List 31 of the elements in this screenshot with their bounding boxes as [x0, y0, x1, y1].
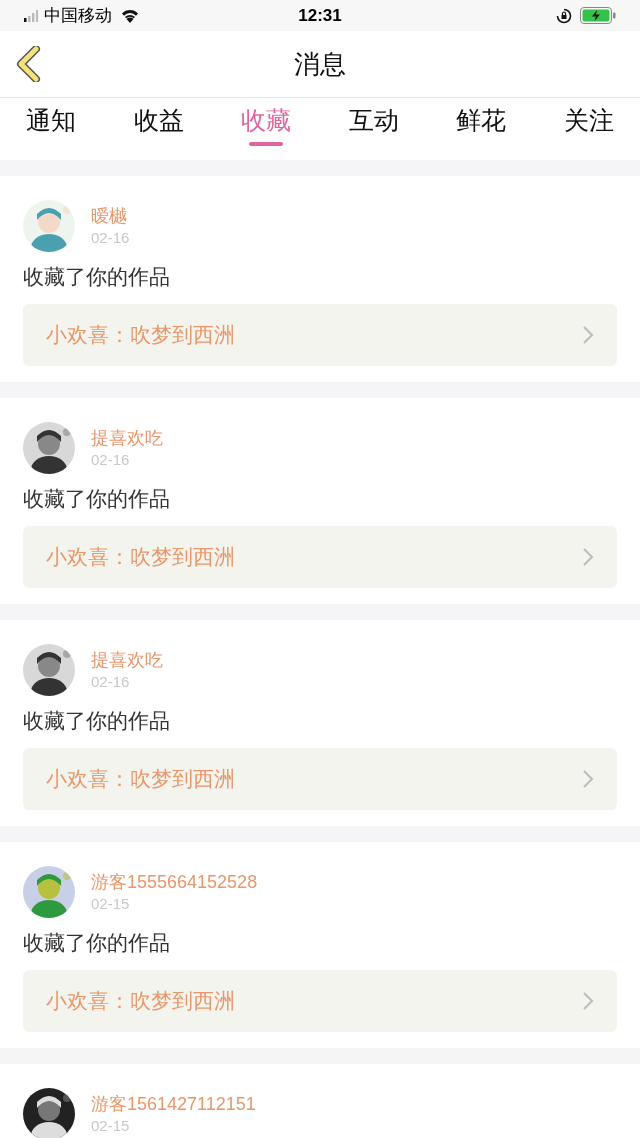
page-title: 消息 [294, 47, 346, 81]
message-text: 收藏了你的作品 [23, 708, 171, 734]
tab[interactable]: 通知 [26, 98, 76, 146]
work-link[interactable]: 小欢喜：吹梦到西洲 [23, 970, 617, 1032]
tab[interactable]: 收藏 [241, 98, 292, 146]
battery-icon [580, 7, 616, 24]
clock: 12:31 [298, 4, 342, 27]
rotation-lock-icon [556, 7, 572, 24]
work-link[interactable]: 小欢喜：吹梦到西洲 [23, 526, 617, 588]
message-text: 收藏了你的作品 [23, 486, 171, 512]
user-name[interactable]: 暧樾 [91, 204, 130, 228]
back-icon [16, 46, 42, 82]
chevron-right-icon [582, 325, 594, 345]
tab[interactable]: 鲜花 [456, 98, 507, 146]
signal-icon [24, 9, 38, 22]
user-name[interactable]: 提喜欢吃 [91, 426, 163, 450]
carrier-name: 中国移动 [44, 4, 112, 27]
work-link[interactable]: 小欢喜：吹梦到西洲 [23, 748, 617, 810]
message-text: 收藏了你的作品 [23, 264, 171, 290]
work-link[interactable]: 小欢喜：吹梦到西洲 [23, 304, 617, 366]
tab[interactable]: 收益 [133, 98, 184, 146]
chevron-right-icon [582, 991, 594, 1011]
wifi-icon [120, 8, 140, 23]
user-name[interactable]: 游客1555664152528 [91, 870, 258, 894]
chevron-right-icon [582, 547, 594, 567]
user-name[interactable]: 提喜欢吃 [91, 648, 163, 672]
chevron-right-icon [582, 769, 594, 789]
user-name[interactable]: 游客1561427112151 [91, 1092, 256, 1116]
tab[interactable]: 关注 [563, 98, 614, 146]
message-text: 收藏了你的作品 [23, 930, 171, 956]
tab[interactable]: 互动 [348, 98, 399, 146]
